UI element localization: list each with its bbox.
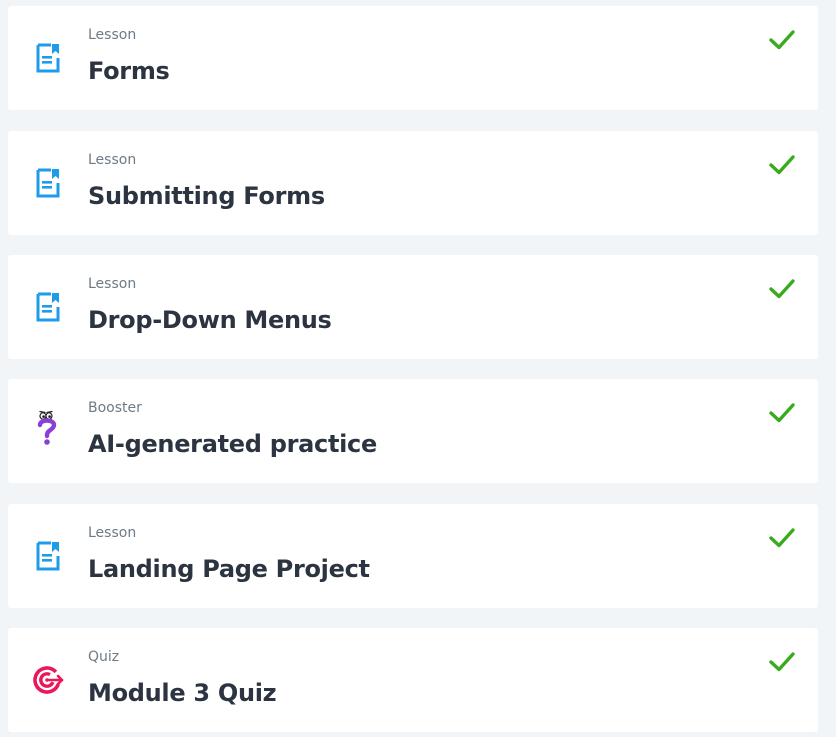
item-title[interactable]: Forms (88, 55, 170, 87)
item-type-label: Lesson (88, 152, 137, 168)
quiz-target-icon (33, 662, 64, 698)
lesson-document-icon (34, 538, 62, 574)
module-item-landing-page-project[interactable]: Lesson Landing Page Project (8, 504, 818, 608)
item-title[interactable]: Submitting Forms (88, 180, 325, 212)
booster-question-icon (34, 410, 62, 449)
module-item-module-3-quiz[interactable]: Quiz Module 3 Quiz (8, 628, 818, 732)
module-item-ai-generated-practice[interactable]: Booster AI-generated practice (8, 379, 818, 483)
module-item-drop-down-menus[interactable]: Lesson Drop-Down Menus (8, 255, 818, 359)
item-type-label: Booster (88, 400, 142, 416)
completed-check-icon (768, 153, 796, 177)
module-item-forms[interactable]: Lesson Forms (8, 6, 818, 110)
item-title[interactable]: Drop-Down Menus (88, 304, 332, 336)
item-title[interactable]: Landing Page Project (88, 553, 370, 585)
completed-check-icon (768, 401, 796, 425)
completed-check-icon (768, 650, 796, 674)
completed-check-icon (768, 277, 796, 301)
item-type-label: Lesson (88, 27, 137, 43)
module-item-list: Lesson Forms Lesson Submitting Forms Les… (0, 0, 836, 737)
module-item-submitting-forms[interactable]: Lesson Submitting Forms (8, 131, 818, 235)
lesson-document-icon (34, 165, 62, 201)
lesson-document-icon (34, 40, 62, 76)
completed-check-icon (768, 28, 796, 52)
item-type-label: Lesson (88, 276, 137, 292)
item-title[interactable]: AI-generated practice (88, 428, 377, 460)
item-type-label: Lesson (88, 525, 137, 541)
item-title[interactable]: Module 3 Quiz (88, 677, 277, 709)
completed-check-icon (768, 526, 796, 550)
item-type-label: Quiz (88, 649, 120, 665)
lesson-document-icon (34, 289, 62, 325)
